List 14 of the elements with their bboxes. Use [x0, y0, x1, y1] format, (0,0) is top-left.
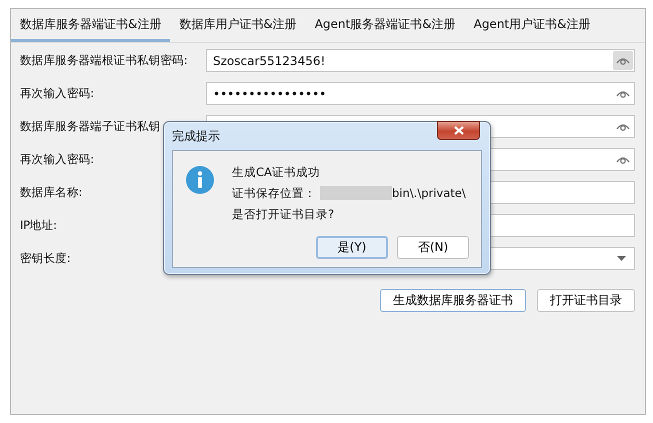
field-label: 数据库服务器端根证书私钥密码: [20, 53, 188, 68]
field-label: 密钥长度: [20, 251, 72, 266]
dialog-message: 是否打开证书目录? [232, 206, 336, 222]
field-label: 再次输入密码: [20, 152, 95, 167]
path-label: 证书保存位置： [232, 186, 316, 200]
dialog-message: 生成CA证书成功 [232, 164, 321, 180]
field-label: 再次输入密码: [20, 86, 95, 101]
field-value: Szoscar55123456! [213, 54, 326, 68]
field-label: IP地址: [20, 218, 58, 233]
path-value: bin\.\private\ [392, 186, 466, 200]
field-label: 数据库名称: [20, 185, 84, 200]
dialog-title: 完成提示 [172, 128, 220, 144]
field-label: 数据库服务器端子证书私钥 [20, 119, 162, 134]
field-value: •••••••••••••••• [213, 86, 328, 100]
